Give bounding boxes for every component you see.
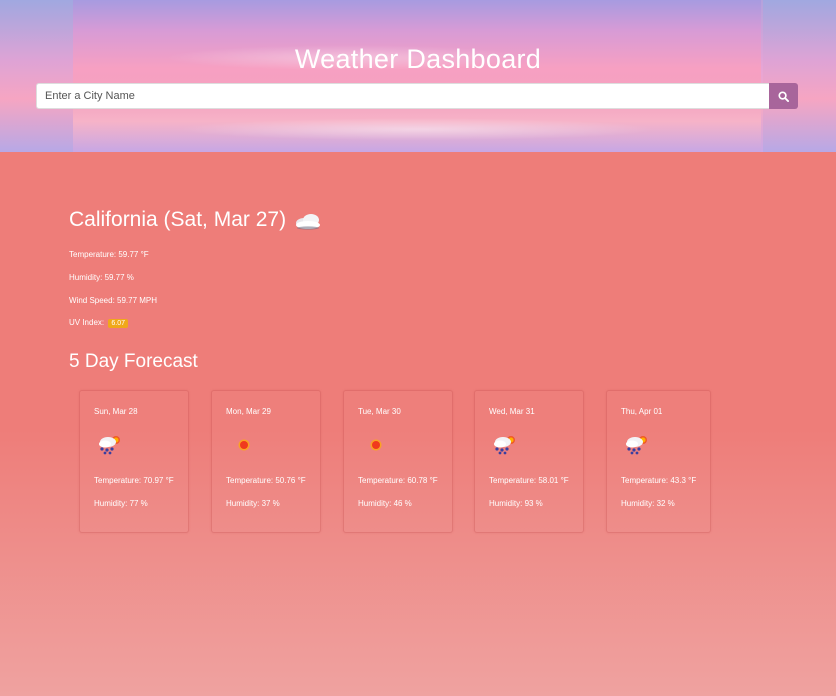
header-background-right [763,0,836,152]
forecast-date: Mon, Mar 29 [226,407,271,416]
sun-icon [370,439,382,451]
current-temperature: Temperature: 59.77 °F [69,250,149,259]
search-icon [778,90,789,102]
rain-sun-icon [494,436,515,455]
current-weather: California (Sat, Mar 27) [69,208,324,232]
current-wind-speed: Wind Speed: 59.77 MPH [69,296,158,305]
forecast-date: Thu, Apr 01 [621,407,663,416]
page-title: Weather Dashboard [294,44,542,74]
forecast-date: Wed, Mar 31 [489,407,535,416]
forecast-heading: 5 Day Forecast [69,351,198,372]
forecast-humidity: Humidity: 46 % [358,499,412,508]
header-banner: Weather Dashboard [0,0,836,152]
forecast-temperature: Temperature: 50.76 °F [226,476,306,485]
forecast-humidity: Humidity: 37 % [226,499,280,508]
forecast-temperature: Temperature: 58.01 °F [489,476,569,485]
sun-icon [238,439,250,451]
forecast-temperature: Temperature: 70.97 °F [94,476,174,485]
forecast-card: Sun, Mar 28 Temperature: 70.97 °F Humidi… [79,390,189,533]
forecast-temperature: Temperature: 43.3 °F [621,476,697,485]
forecast-humidity: Humidity: 93 % [489,499,543,508]
uv-label: UV Index: [69,318,105,327]
uv-index-badge: 6.07 [108,319,128,328]
city-date-heading: California (Sat, Mar 27) [69,208,287,231]
forecast-temperature: Temperature: 60.78 °F [358,476,438,485]
current-humidity: Humidity: 59.77 % [69,273,134,282]
rain-sun-icon [626,436,647,455]
forecast-humidity: Humidity: 77 % [94,499,148,508]
forecast-humidity: Humidity: 32 % [621,499,675,508]
forecast-card: Thu, Apr 01 Temperature: 43.3 °F Humidit… [606,390,711,533]
forecast-card: Tue, Mar 30 Temperature: 60.78 °F Humidi… [343,390,453,533]
forecast-card: Wed, Mar 31 Temperature: 58.01 °F Humidi… [474,390,584,533]
forecast-date: Sun, Mar 28 [94,407,138,416]
rain-sun-icon [99,436,120,455]
city-search-input[interactable] [36,83,769,109]
header-background-left [0,0,73,152]
search-bar [36,83,798,109]
forecast-date: Tue, Mar 30 [358,407,401,416]
search-button[interactable] [769,83,798,109]
current-uv: UV Index: 6.07 [69,318,128,328]
cloudy-icon [296,214,321,230]
header-background-image [73,0,761,152]
forecast-card: Mon, Mar 29 Temperature: 50.76 °F Humidi… [211,390,321,533]
